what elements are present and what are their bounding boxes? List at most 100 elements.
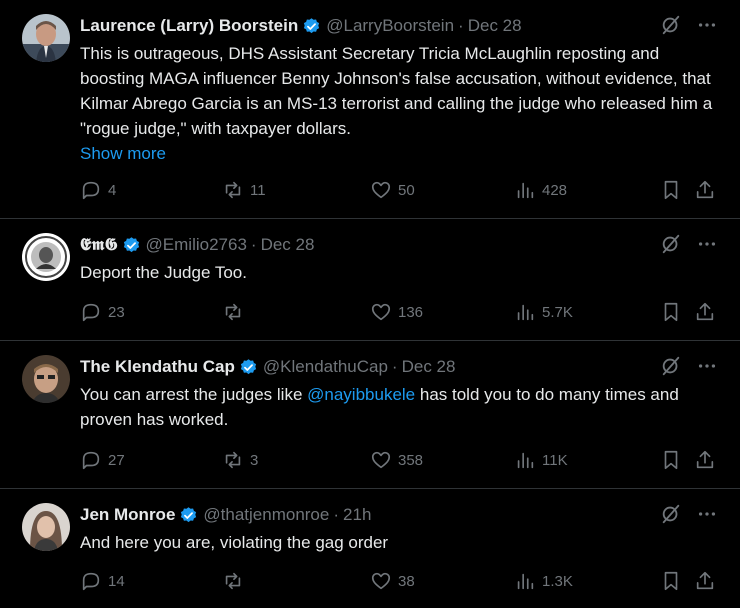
author-name[interactable]: The Klendathu Cap [80, 357, 235, 377]
like-button[interactable]: 136 [370, 301, 423, 323]
views-button[interactable]: 5.7K [514, 301, 573, 323]
tweet-2[interactable]: 𝕰𝖒𝕲 @Emilio2763 · Dec 28 Deport the Judg… [0, 219, 740, 341]
like-button[interactable]: 38 [370, 570, 415, 592]
author-name[interactable]: Jen Monroe [80, 505, 175, 525]
tweet-text: You can arrest the judges like @nayibbuk… [80, 382, 720, 432]
share-icon [696, 180, 714, 199]
separator: · [333, 505, 340, 524]
verified-icon [179, 506, 198, 525]
tweet-top-actions [660, 503, 718, 530]
bookmark-icon [664, 180, 678, 200]
reply-count: 14 [108, 572, 125, 590]
bookmark-icon [664, 571, 678, 591]
author-handle[interactable]: @Emilio2763 [146, 235, 247, 255]
views-icon [517, 573, 534, 590]
like-count: 50 [398, 181, 415, 199]
timestamp[interactable]: Dec 28 [261, 235, 315, 255]
avatar[interactable] [22, 14, 70, 62]
reply-icon [82, 572, 100, 591]
verified-icon [302, 17, 321, 36]
tweet-header: The Klendathu Cap @KlendathuCap · Dec 28 [80, 355, 455, 379]
views-count: 5.7K [542, 303, 573, 321]
repost-count: 11 [250, 181, 266, 199]
views-count: 1.3K [542, 572, 573, 590]
repost-count: 3 [250, 451, 259, 469]
bookmark-icon [664, 302, 678, 322]
author-name[interactable]: Laurence (Larry) Boorstein [80, 16, 298, 36]
more-icon[interactable] [696, 355, 718, 382]
like-icon [371, 181, 391, 199]
show-more-link[interactable]: Show more [80, 144, 166, 163]
like-button[interactable]: 358 [370, 449, 423, 471]
like-count: 38 [398, 572, 415, 590]
avatar[interactable] [22, 233, 70, 281]
grok-icon[interactable] [660, 233, 682, 260]
tweet-text-content: And here you are, violating the gag orde… [80, 533, 389, 552]
author-handle[interactable]: @thatjenmonroe [203, 505, 329, 525]
share-icon [696, 571, 714, 590]
grok-icon[interactable] [660, 503, 682, 530]
avatar[interactable] [22, 355, 70, 403]
reply-button[interactable]: 23 [80, 301, 125, 323]
tweet-text: This is outrageous, DHS Assistant Secret… [80, 41, 720, 166]
tweet-actions: 14 38 1.3K [80, 570, 718, 594]
tweet-3[interactable]: The Klendathu Cap @KlendathuCap · Dec 28… [0, 341, 740, 489]
views-button[interactable]: 1.3K [514, 570, 573, 592]
repost-icon [225, 181, 241, 199]
share-button[interactable] [694, 449, 716, 471]
tweet-4[interactable]: Jen Monroe @thatjenmonroe · 21h And here… [0, 489, 740, 608]
reply-icon [82, 303, 100, 322]
author-handle[interactable]: @KlendathuCap [263, 357, 388, 377]
tweet-text: Deport the Judge Too. [80, 260, 720, 285]
repost-icon [225, 451, 241, 469]
share-button[interactable] [694, 570, 716, 592]
more-icon[interactable] [696, 503, 718, 530]
author-name[interactable]: 𝕰𝖒𝕲 [80, 235, 118, 255]
tweet-1[interactable]: Laurence (Larry) Boorstein @LarryBoorste… [0, 0, 740, 219]
verified-icon [239, 358, 258, 377]
bookmark-button[interactable] [660, 449, 682, 471]
reply-button[interactable]: 4 [80, 179, 116, 201]
repost-button[interactable] [222, 570, 250, 592]
repost-button[interactable] [222, 301, 250, 323]
bookmark-button[interactable] [660, 301, 682, 323]
bookmark-button[interactable] [660, 570, 682, 592]
share-button[interactable] [694, 179, 716, 201]
separator: · [391, 357, 398, 376]
like-button[interactable]: 50 [370, 179, 415, 201]
timestamp[interactable]: 21h [343, 505, 371, 525]
tweet-top-actions [660, 233, 718, 260]
views-icon [517, 182, 534, 199]
tweet-top-actions [660, 14, 718, 41]
share-icon [696, 450, 714, 469]
reply-icon [82, 451, 100, 470]
like-icon [371, 572, 391, 590]
verified-icon [122, 236, 141, 255]
tweet-text-content: This is outrageous, DHS Assistant Secret… [80, 44, 713, 138]
views-button[interactable]: 11K [514, 449, 568, 471]
tweet-actions: 4 11 50 428 [80, 179, 718, 203]
share-button[interactable] [694, 301, 716, 323]
tweet-text-content: Deport the Judge Too. [80, 263, 247, 282]
tweet-actions: 27 3 358 11K [80, 449, 718, 473]
reply-button[interactable]: 27 [80, 449, 125, 471]
reply-button[interactable]: 14 [80, 570, 125, 592]
mention-link[interactable]: @nayibbukele [307, 385, 415, 404]
author-handle[interactable]: @LarryBoorstein [326, 16, 454, 36]
timestamp[interactable]: Dec 28 [402, 357, 456, 377]
bookmark-button[interactable] [660, 179, 682, 201]
grok-icon[interactable] [660, 355, 682, 382]
repost-button[interactable]: 3 [222, 449, 258, 471]
repost-button[interactable]: 11 [222, 179, 266, 201]
more-icon[interactable] [696, 233, 718, 260]
reply-icon [82, 181, 100, 200]
more-icon[interactable] [696, 14, 718, 41]
tweet-actions: 23 136 5.7K [80, 301, 718, 325]
timestamp[interactable]: Dec 28 [468, 16, 522, 36]
views-button[interactable]: 428 [514, 179, 567, 201]
like-icon [371, 303, 391, 321]
like-icon [371, 451, 391, 469]
grok-icon[interactable] [660, 14, 682, 41]
avatar[interactable] [22, 503, 70, 551]
bookmark-icon [664, 450, 678, 470]
